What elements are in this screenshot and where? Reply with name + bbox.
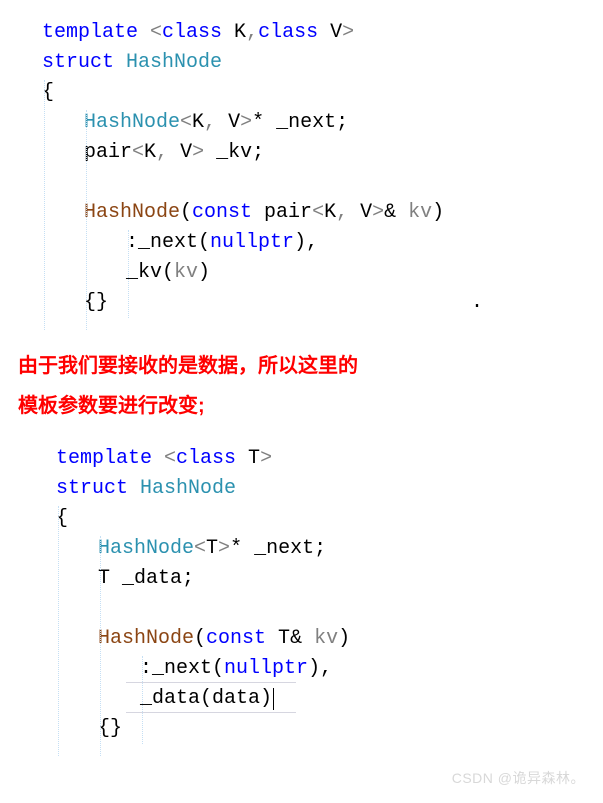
code-line: template <class T> <box>56 444 603 474</box>
code-line: template <class K,class V> <box>42 18 603 48</box>
code-line: struct HashNode <box>42 48 603 78</box>
cursor-dot: . <box>471 288 483 318</box>
code-line: _kv(kv) <box>42 258 603 288</box>
code-line-blank <box>56 594 603 624</box>
code-line: { <box>42 78 603 108</box>
code-line: HashNode<K, V>* _next; <box>42 108 603 138</box>
annotation-line-2: 模板参数要进行改变; <box>18 386 603 426</box>
code-line: {} <box>56 714 603 744</box>
code-line: HashNode<T>* _next; <box>56 534 603 564</box>
code-line: :_next(nullptr), <box>56 654 603 684</box>
code-line: pair<K, V> _kv; <box>42 138 603 168</box>
code-line: HashNode(const T& kv) <box>56 624 603 654</box>
code-line: _data(data) <box>56 684 603 714</box>
code-line: {} . <box>42 288 603 318</box>
code-block-2: template <class T> struct HashNode { Has… <box>42 444 603 744</box>
annotation-line-1: 由于我们要接收的是数据，所以这里的 <box>18 346 603 386</box>
code-line: struct HashNode <box>56 474 603 504</box>
text-cursor <box>273 688 274 710</box>
code-line-blank <box>42 168 603 198</box>
code-block-1: template <class K,class V> struct HashNo… <box>42 18 603 318</box>
code-line: { <box>56 504 603 534</box>
keyword-struct: struct <box>42 48 114 78</box>
code-line: HashNode(const pair<K, V>& kv) <box>42 198 603 228</box>
code-line: T _data; <box>56 564 603 594</box>
annotation-text: 由于我们要接收的是数据，所以这里的 模板参数要进行改变; <box>18 346 603 426</box>
keyword-template: template <box>42 18 138 48</box>
watermark-text: CSDN @诡异森林。 <box>452 768 585 789</box>
code-line: :_next(nullptr), <box>42 228 603 258</box>
